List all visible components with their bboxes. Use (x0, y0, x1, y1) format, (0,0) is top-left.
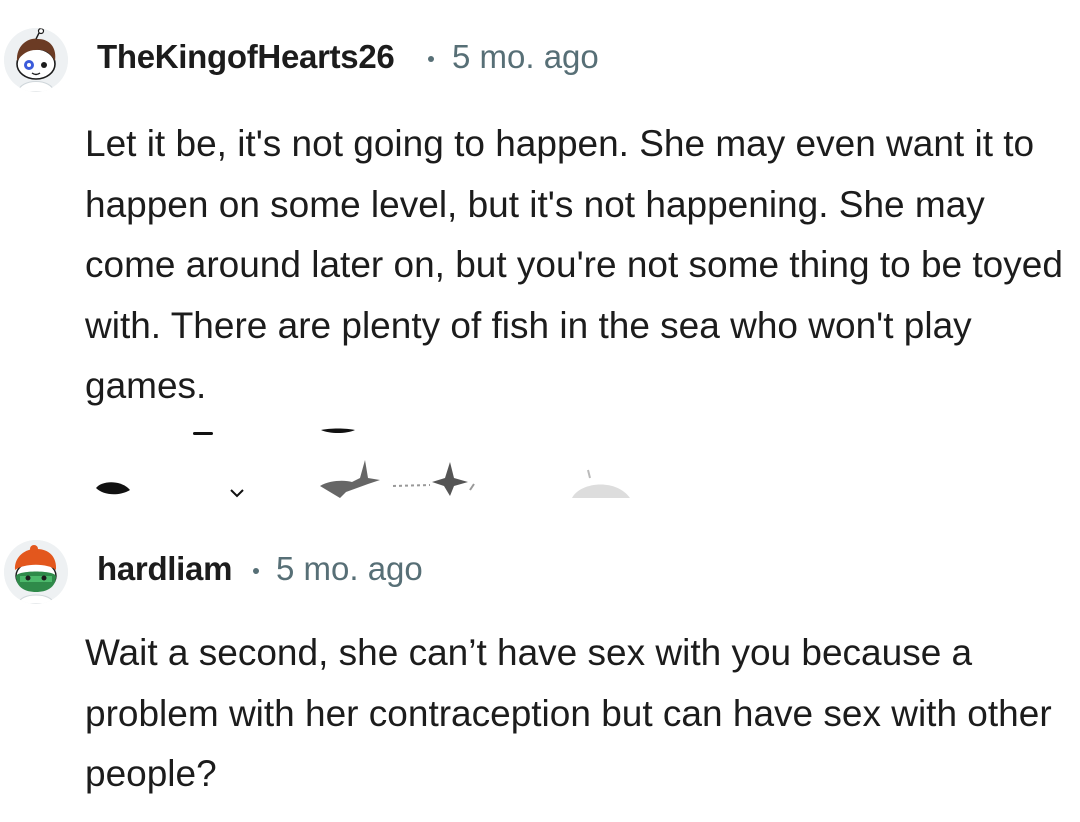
snoo-avatar-orange-hat-green-mask-icon (4, 540, 68, 604)
meta-separator-dot (428, 56, 434, 62)
comment-action-bar (0, 420, 1080, 510)
comment-timestamp: 5 mo. ago (276, 550, 423, 587)
comment-header: TheKingofHearts26 5 mo. ago (0, 0, 1080, 120)
upvote-icon[interactable] (96, 432, 213, 495)
user-avatar[interactable] (4, 540, 68, 604)
user-avatar[interactable] (4, 28, 68, 92)
meta-separator-dot (253, 568, 259, 574)
comment-timestamp: 5 mo. ago (452, 38, 599, 75)
snoo-avatar-brown-hair-icon (4, 28, 68, 92)
share-icon[interactable] (432, 462, 475, 496)
reply-icon[interactable] (572, 469, 630, 498)
award-icon[interactable] (320, 460, 431, 498)
comment-body: Let it be, it's not going to happen. She… (85, 123, 1063, 406)
comment-header: hardliam 5 mo. ago (0, 510, 1080, 630)
comment-username[interactable]: hardliam (97, 550, 232, 588)
comment-body: Wait a second, she can’t have sex with y… (85, 632, 1052, 794)
comment-username[interactable]: TheKingofHearts26 (97, 38, 395, 76)
